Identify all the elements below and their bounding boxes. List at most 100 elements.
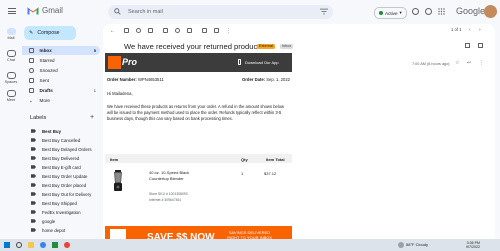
order-date: Sep. 1, 2022	[266, 77, 290, 82]
rail-mail[interactable]: Mail	[3, 28, 19, 40]
chevron-down-icon: ▾	[399, 10, 402, 15]
gmail-logo-icon[interactable]	[27, 6, 39, 15]
brand-pro-label: Pro	[122, 57, 138, 67]
search-icon[interactable]	[114, 8, 121, 15]
label-icon	[31, 147, 36, 151]
print-icon[interactable]	[465, 43, 470, 48]
email-timestamp: 7:00 AM (8 hours ago)	[412, 61, 450, 66]
label-item[interactable]: Best Buy Out for Delivery	[22, 190, 100, 198]
app-icon[interactable]	[64, 242, 70, 248]
label-item[interactable]: Best Buy Shipped	[22, 199, 100, 207]
label-icon	[31, 129, 36, 133]
label-icon	[31, 165, 36, 169]
nav-item-drafts[interactable]: Drafts 1	[22, 86, 100, 95]
mark-unread-icon[interactable]	[163, 28, 168, 33]
rail-meet[interactable]: Meet	[3, 90, 19, 102]
label-item[interactable]: Best Buy Order Update	[22, 172, 100, 180]
item-total: $37.12	[264, 171, 277, 176]
label-item[interactable]: home depot	[22, 226, 100, 234]
move-to-icon[interactable]	[202, 28, 207, 33]
email-brand-header: Pro Download Our App	[105, 53, 292, 72]
new-window-icon[interactable]	[478, 43, 483, 48]
add-task-icon[interactable]	[187, 28, 192, 33]
more-options-icon[interactable]: ⋮	[479, 60, 484, 66]
star-icon	[29, 58, 34, 63]
item-name[interactable]: 40 oz. 10-Speed Black Countertop Blender	[149, 170, 199, 181]
nav-item-inbox[interactable]: Inbox 5	[22, 46, 100, 55]
label-icon	[31, 174, 36, 178]
label-icon	[31, 219, 36, 223]
label-item[interactable]: Best Buy	[22, 127, 100, 135]
label-item[interactable]: Best Buy Delayed Orders	[22, 145, 100, 153]
support-icon[interactable]	[412, 8, 419, 15]
order-date-label: Order Date:	[242, 77, 266, 82]
account-avatar[interactable]	[484, 5, 497, 18]
back-arrow-icon[interactable]: ←	[110, 28, 115, 34]
google-brand[interactable]: Google	[456, 6, 485, 16]
status-selector[interactable]: Active ▾	[374, 7, 407, 19]
column-header: Qty	[241, 156, 248, 162]
column-header: Item	[110, 156, 119, 162]
main-menu-icon[interactable]	[8, 8, 16, 14]
labels-heading: Labels	[30, 115, 47, 121]
report-spam-icon[interactable]	[136, 28, 141, 33]
order-info-row: Order Number: WPN4653511 Order Date: Sep…	[107, 77, 290, 82]
email-message: We have received these products as retur…	[107, 104, 284, 121]
label-icon	[31, 183, 36, 187]
more-options-icon[interactable]: ⋮	[226, 28, 231, 34]
clock-date: 9/7/2022	[466, 245, 480, 249]
pencil-icon: ✎	[29, 30, 34, 36]
archive-icon[interactable]	[124, 28, 129, 33]
nav-item-sent[interactable]: Sent	[22, 76, 100, 85]
rail-chat[interactable]: Chat	[3, 50, 19, 62]
app-name: Gmail	[42, 6, 63, 15]
inbox-badge[interactable]: Inbox	[280, 43, 294, 49]
chevron-right-icon[interactable]: ›	[479, 27, 481, 33]
internet-number: Internet # 309647461	[149, 198, 182, 202]
create-label-button[interactable]: +	[90, 114, 94, 121]
browser-icon[interactable]	[40, 242, 46, 248]
label-item[interactable]: Best Buy Cancelled	[22, 136, 100, 144]
chevron-left-icon[interactable]: ‹	[469, 27, 471, 33]
search-options-icon[interactable]	[320, 8, 328, 15]
order-number: WPN4653511	[137, 77, 164, 82]
blender-product-image[interactable]	[112, 170, 124, 192]
mail-icon	[6, 28, 16, 35]
label-item[interactable]: Best Buy Order placed	[22, 181, 100, 189]
nav-item-more[interactable]: ⌄ More	[22, 96, 100, 105]
clock-icon	[29, 68, 34, 73]
label-item[interactable]: FedEx Investigation	[22, 208, 100, 216]
label-icon	[31, 210, 36, 214]
star-icon[interactable]: ☆	[455, 60, 459, 66]
file-explorer-icon[interactable]	[28, 242, 34, 248]
label-item[interactable]: Best Buy E-gift card	[22, 163, 100, 171]
label-item[interactable]: Best Buy Delivered	[22, 154, 100, 162]
item-qty: 1	[241, 171, 244, 176]
download-app-link[interactable]: Download Our App	[245, 60, 279, 65]
nav-item-snoozed[interactable]: Snoozed	[22, 66, 100, 75]
phone-icon	[238, 59, 241, 65]
reply-icon[interactable]: ↩	[467, 60, 471, 66]
external-badge: External	[257, 43, 275, 49]
apps-grid-icon[interactable]	[438, 8, 445, 15]
delete-icon[interactable]	[148, 28, 153, 33]
spaces-icon	[6, 72, 16, 79]
label-icon	[31, 156, 36, 160]
system-clock[interactable]: 3:36 PM 9/7/2022	[466, 241, 480, 250]
rail-spaces[interactable]: Spaces	[3, 72, 19, 84]
search-bar[interactable]: Search in mail	[108, 5, 333, 19]
snooze-icon[interactable]	[175, 28, 180, 33]
settings-icon[interactable]	[425, 8, 432, 15]
store-sku: Store SKU # 1001308093	[149, 192, 188, 196]
app-icon[interactable]	[52, 242, 58, 248]
search-icon[interactable]	[16, 242, 22, 248]
nav-item-starred[interactable]: Starred	[22, 56, 100, 65]
start-icon[interactable]	[4, 242, 10, 248]
label-icon	[31, 138, 36, 142]
compose-button[interactable]: ✎ Compose	[24, 26, 76, 40]
search-input[interactable]: Search in mail	[128, 9, 163, 15]
label-icon	[31, 228, 36, 232]
weather-text[interactable]: 58°F Cloudy	[406, 242, 428, 247]
label-item[interactable]: google	[22, 217, 100, 225]
label-icon[interactable]	[214, 28, 219, 33]
